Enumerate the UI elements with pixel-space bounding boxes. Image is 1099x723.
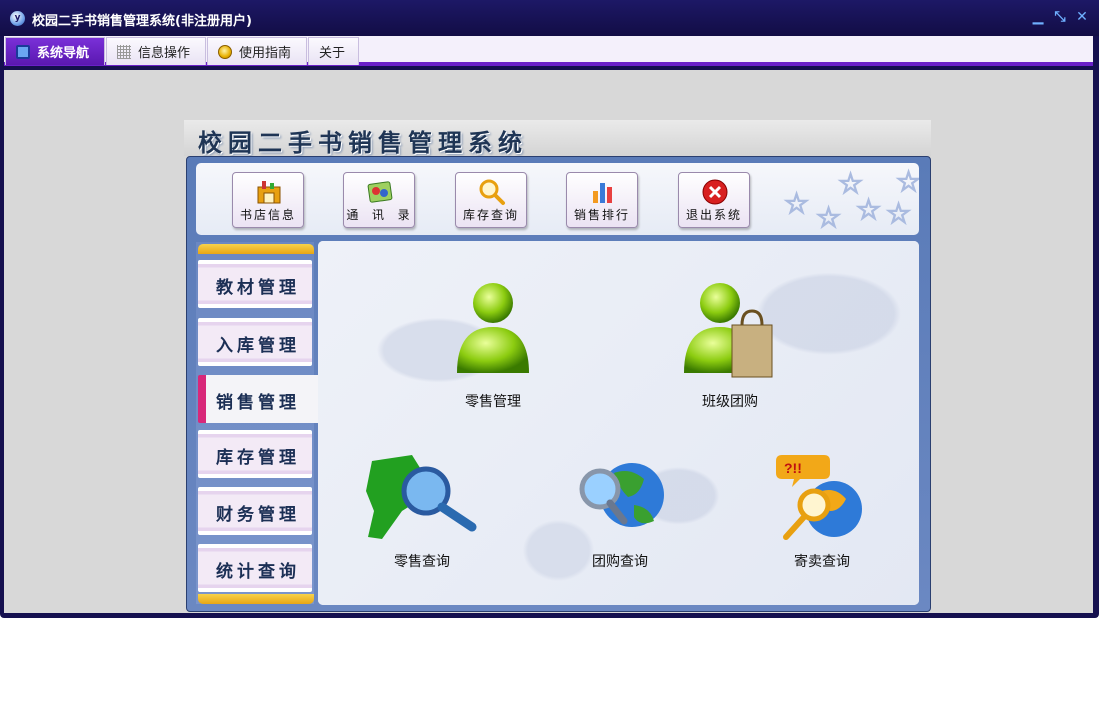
star-decoration-icon: ☆ <box>895 164 919 199</box>
retail-search-icon <box>366 455 477 539</box>
button-label: 书店信息 <box>239 208 296 222</box>
sidebar-item-inventory-management[interactable]: 库存管理 <box>198 430 312 478</box>
sidebar-item-label: 财务管理 <box>216 505 300 525</box>
retail-query-button[interactable]: 零售查询 <box>362 451 482 576</box>
app-header: 校园二手书销售管理系统 <box>184 120 931 157</box>
function-label: 团购查询 <box>592 554 648 570</box>
star-decoration-icon: ☆ <box>815 200 842 235</box>
sidebar-item-label: 库存管理 <box>216 448 300 468</box>
sidebar-item-label: 入库管理 <box>216 336 300 356</box>
tab-system-navigation[interactable]: 系统导航 <box>5 37 105 65</box>
retail-user-icon <box>457 283 529 373</box>
bookstore-info-button[interactable]: 书店信息 <box>232 172 304 228</box>
minimize-button[interactable]: ▁ <box>1030 9 1046 25</box>
function-label: 零售查询 <box>394 554 450 570</box>
sidebar-item-textbook-management[interactable]: 教材管理 <box>198 260 312 308</box>
function-label: 班级团购 <box>702 394 758 410</box>
button-label: 销售排行 <box>573 208 630 222</box>
button-label: 退出系统 <box>685 208 742 222</box>
sidebar-item-sales-management[interactable]: 销售管理 <box>198 375 326 423</box>
tab-info-operations[interactable]: 信息操作 <box>106 37 206 65</box>
consignment-query-button[interactable]: ?!! 寄卖查询 <box>770 451 874 576</box>
star-decoration-icon: ☆ <box>855 192 882 227</box>
function-label: 寄卖查询 <box>794 554 850 570</box>
bar-chart-icon <box>593 183 612 203</box>
stock-query-button[interactable]: 库存查询 <box>455 172 527 228</box>
window-title: 校园二手书销售管理系统(非注册用户) <box>32 14 252 29</box>
tab-label: 信息操作 <box>138 46 191 61</box>
address-book-icon <box>367 181 393 203</box>
app-logo-icon: y <box>10 11 25 26</box>
sidebar-item-label: 统计查询 <box>216 562 300 582</box>
group-search-icon <box>579 463 664 527</box>
retail-management-button[interactable]: 零售管理 <box>448 281 538 411</box>
content-area: 零售管理 班级团购 零售查询 团购查询 ?!! 寄卖查询 <box>318 241 919 605</box>
tab-label: 关于 <box>319 46 346 61</box>
magnifier-icon <box>479 179 505 205</box>
title-bar[interactable]: y 校园二手书销售管理系统(非注册用户) ▁ ⤡ ✕ <box>0 0 1099 36</box>
sidebar-top-cap <box>198 244 314 254</box>
svg-text:?!!: ?!! <box>784 460 802 476</box>
tab-about[interactable]: 关于 <box>308 37 359 65</box>
exit-system-button[interactable]: 退出系统 <box>678 172 750 228</box>
function-label: 零售管理 <box>465 394 521 410</box>
tab-user-guide[interactable]: 使用指南 <box>207 37 307 65</box>
button-label: 通 讯 录 <box>346 208 412 222</box>
tab-label: 系统导航 <box>37 46 90 61</box>
monitor-icon <box>16 44 30 59</box>
sidebar-item-label: 教材管理 <box>216 278 300 298</box>
address-book-button[interactable]: 通 讯 录 <box>343 172 415 228</box>
sidebar-item-statistics-query[interactable]: 统计查询 <box>198 544 312 592</box>
sidebar-item-finance-management[interactable]: 财务管理 <box>198 487 312 535</box>
app-title: 校园二手书销售管理系统 <box>198 128 528 157</box>
sales-ranking-button[interactable]: 销售排行 <box>566 172 638 228</box>
star-decoration-icon: ☆ <box>783 186 810 221</box>
close-button[interactable]: ✕ <box>1074 9 1090 25</box>
sidebar-item-label: 销售管理 <box>216 393 300 413</box>
grid-icon <box>117 44 131 59</box>
star-decoration-icon: ☆ <box>885 196 912 231</box>
restore-button[interactable]: ⤡ <box>1052 9 1068 25</box>
class-group-buy-button[interactable]: 班级团购 <box>680 281 780 411</box>
menu-bar: 系统导航 信息操作 使用指南 关于 <box>4 36 1093 66</box>
exit-icon <box>702 179 728 205</box>
button-label: 库存查询 <box>462 208 519 222</box>
sidebar-bottom-cap <box>198 594 314 604</box>
group-buy-query-button[interactable]: 团购查询 <box>570 451 670 576</box>
toolbar: ☆ ☆ ☆ ☆ ☆ ☆ <box>196 163 919 235</box>
sidebar-item-inbound-management[interactable]: 入库管理 <box>198 318 312 366</box>
bookstore-icon <box>257 181 281 204</box>
group-buy-user-icon <box>684 283 773 378</box>
consignment-search-icon: ?!! <box>776 455 862 540</box>
tab-label: 使用指南 <box>239 46 292 61</box>
coin-icon <box>218 44 232 59</box>
